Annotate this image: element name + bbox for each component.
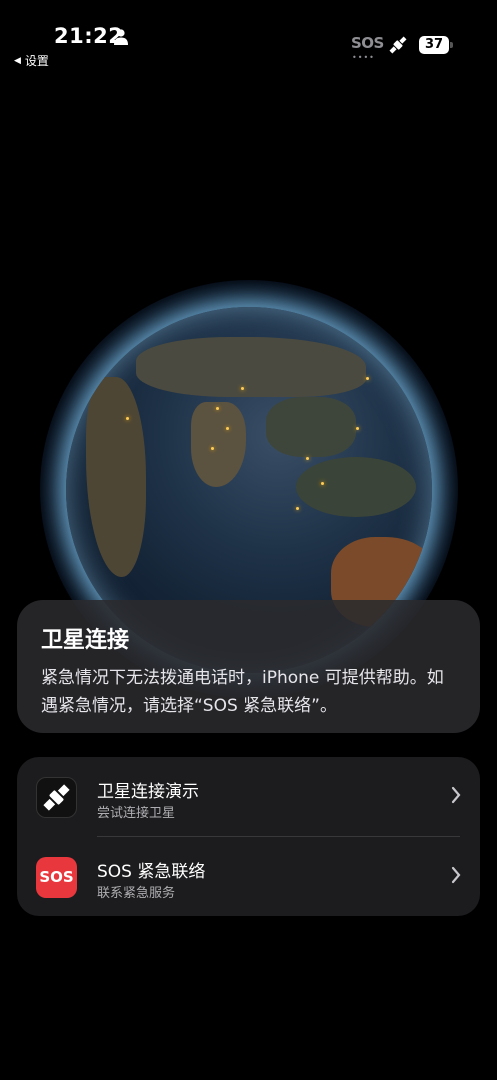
list-item-title: 卫星连接演示 bbox=[97, 782, 199, 802]
sos-status-indicator: SOS bbox=[351, 34, 384, 52]
battery-tip bbox=[450, 42, 453, 48]
satellite-status-icon bbox=[389, 36, 407, 54]
page-title: 卫星连接 bbox=[41, 628, 130, 653]
back-to-settings-link[interactable]: ◀ 设置 bbox=[14, 52, 49, 69]
sos-icon: SOS bbox=[36, 857, 77, 898]
chevron-right-icon bbox=[451, 786, 461, 804]
chevron-right-icon bbox=[451, 866, 461, 884]
satellite-info-card: 卫星连接 紧急情况下无法拨通电话时，iPhone 可提供帮助。如遇紧急情况，请选… bbox=[17, 600, 480, 733]
list-item-satellite-demo[interactable]: 卫星连接演示 尝试连接卫星 bbox=[17, 757, 480, 837]
back-label: 设置 bbox=[24, 54, 49, 68]
list-item-sos-emergency[interactable]: SOS SOS 紧急联络 联系紧急服务 bbox=[17, 837, 480, 916]
options-list: 卫星连接演示 尝试连接卫星 SOS SOS 紧急联络 联系紧急服务 bbox=[17, 757, 480, 916]
back-arrow-icon: ◀ bbox=[14, 55, 21, 66]
battery-indicator: 37 bbox=[419, 36, 453, 54]
list-item-subtitle: 尝试连接卫星 bbox=[97, 806, 176, 821]
clock: 21:22 bbox=[54, 24, 124, 48]
list-item-subtitle: 联系紧急服务 bbox=[97, 886, 176, 901]
status-bar: 21:22 ◀ 设置 SOS •••• 37 bbox=[0, 0, 497, 72]
page-description: 紧急情况下无法拨通电话时，iPhone 可提供帮助。如遇紧急情况，请选择“SOS… bbox=[41, 668, 444, 716]
satellite-icon bbox=[36, 777, 77, 818]
battery-level: 37 bbox=[419, 36, 449, 54]
list-item-title: SOS 紧急联络 bbox=[97, 862, 206, 882]
person-icon bbox=[114, 29, 128, 45]
sos-signal-dots: •••• bbox=[352, 53, 375, 62]
